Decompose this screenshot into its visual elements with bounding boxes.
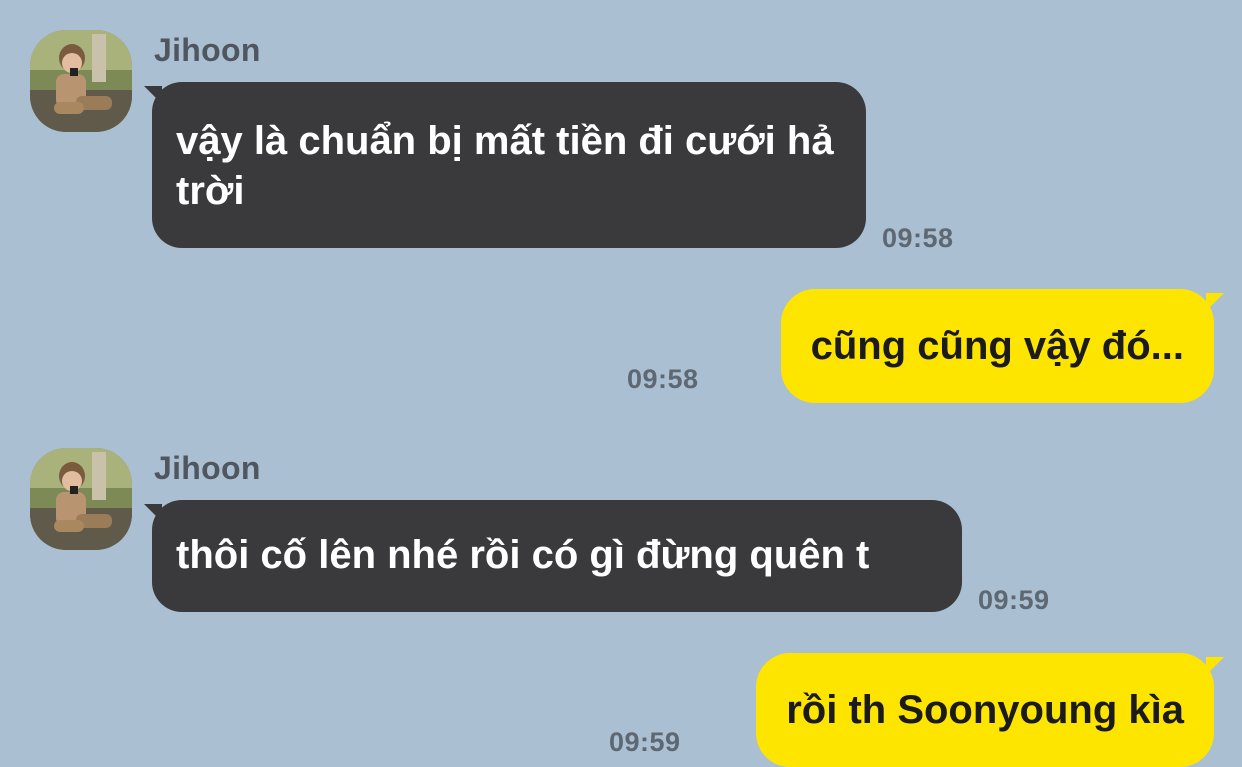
message-text: rồi th Soonyoung kìa bbox=[786, 688, 1184, 732]
message-incoming: Jihoon vậy là chuẩn bị mất tiền đi cưới … bbox=[0, 30, 1242, 260]
sender-avatar[interactable] bbox=[30, 448, 132, 550]
sender-name: Jihoon bbox=[154, 450, 261, 486]
message-timestamp: 09:59 bbox=[978, 585, 1050, 615]
message-bubble[interactable]: cũng cũng vậy đó... bbox=[780, 289, 1214, 403]
chat-area: Jihoon vậy là chuẩn bị mất tiền đi cưới … bbox=[0, 0, 1242, 767]
avatar-photo-icon bbox=[30, 30, 132, 132]
avatar-photo-icon bbox=[30, 448, 132, 550]
message-outgoing: 09:59 rồi th Soonyoung kìa bbox=[0, 653, 1242, 767]
message-bubble[interactable]: thôi cố lên nhé rồi có gì đừng quên t bbox=[152, 500, 962, 612]
message-timestamp: 09:59 bbox=[609, 727, 681, 757]
message-incoming: Jihoon thôi cố lên nhé rồi có gì đừng qu… bbox=[0, 448, 1242, 618]
message-text: cũng cũng vậy đó... bbox=[810, 324, 1184, 368]
message-outgoing: 09:58 cũng cũng vậy đó... bbox=[0, 289, 1242, 404]
message-bubble[interactable]: rồi th Soonyoung kìa bbox=[756, 653, 1214, 767]
message-bubble[interactable]: vậy là chuẩn bị mất tiền đi cưới hả trời bbox=[152, 82, 866, 248]
message-timestamp: 09:58 bbox=[882, 223, 954, 253]
message-text: vậy là chuẩn bị mất tiền đi cưới hả trời bbox=[176, 119, 834, 213]
message-text: thôi cố lên nhé rồi có gì đừng quên t bbox=[176, 533, 870, 577]
sender-avatar[interactable] bbox=[30, 30, 132, 132]
message-timestamp: 09:58 bbox=[627, 364, 699, 394]
sender-name: Jihoon bbox=[154, 32, 261, 68]
